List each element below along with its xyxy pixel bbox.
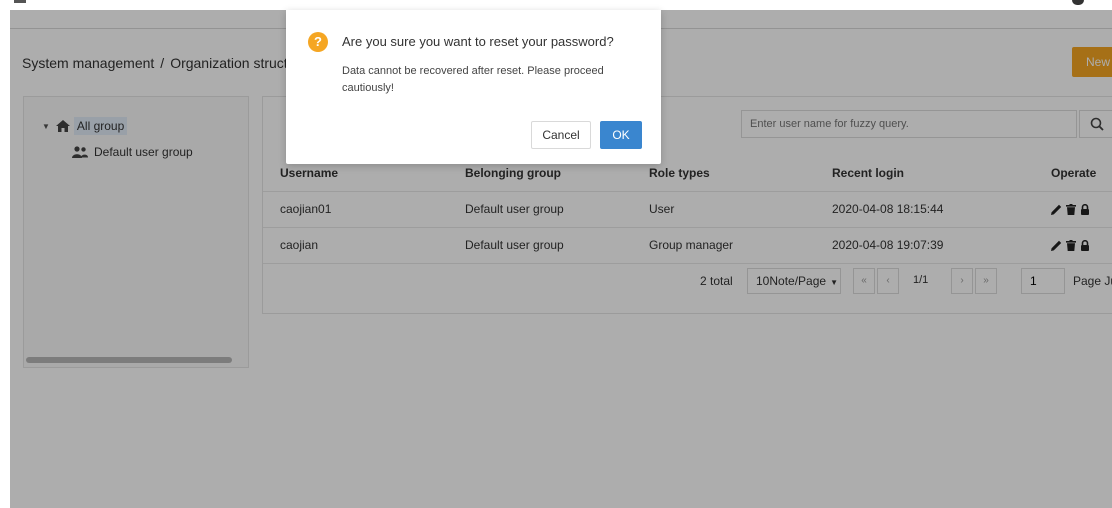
user-avatar[interactable] <box>1072 0 1084 5</box>
dialog-title: Are you sure you want to reset your pass… <box>342 34 614 49</box>
top-bar <box>10 0 1112 10</box>
dialog-message: Data cannot be recovered after reset. Pl… <box>342 65 604 94</box>
menu-icon[interactable] <box>14 0 26 3</box>
ok-button[interactable]: OK <box>600 121 642 149</box>
cancel-button[interactable]: Cancel <box>531 121 591 149</box>
confirm-dialog: ? Are you sure you want to reset your pa… <box>286 10 661 164</box>
warning-icon: ? <box>308 32 328 52</box>
